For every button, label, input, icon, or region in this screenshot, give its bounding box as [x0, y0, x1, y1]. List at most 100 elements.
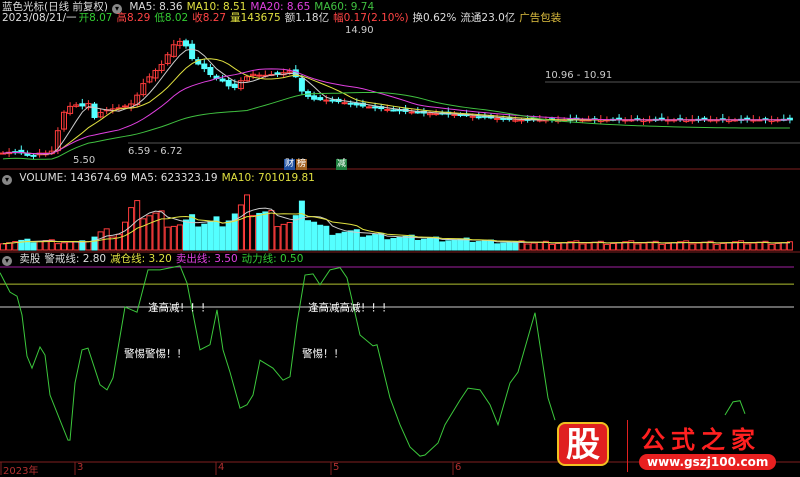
- volume-bar: [506, 241, 513, 251]
- range-label-1: 6.59 - 6.72: [128, 146, 183, 157]
- volume-bar: [671, 242, 677, 251]
- candle: [451, 113, 458, 116]
- x-axis-label: 5: [333, 462, 340, 473]
- volume-bar: [713, 243, 720, 251]
- volume-bar: [561, 242, 568, 251]
- volume-bar: [158, 210, 165, 251]
- candle: [500, 117, 507, 120]
- volume-bar: [195, 226, 202, 251]
- volume-bar: [170, 225, 177, 251]
- volume-bar: [36, 241, 43, 251]
- range-label-2: 10.96 - 10.91: [545, 70, 613, 81]
- x-axis-label: 3: [77, 462, 84, 473]
- volume-bar: [329, 234, 336, 251]
- volume-bar: [664, 243, 671, 251]
- volume-bar: [183, 219, 189, 251]
- volume-bar: [256, 212, 263, 251]
- volume-bar: [744, 243, 751, 251]
- volume-bar: [494, 243, 501, 251]
- volume-bar: [640, 242, 647, 251]
- volume-bar: [201, 223, 208, 251]
- reduce-tag[interactable]: 减: [336, 159, 348, 170]
- indicator-header: ▾ 卖股 警戒线: 2.80 减仓线: 3.20 卖出线: 3.50 动力线: 0.50: [2, 253, 307, 266]
- candle: [30, 154, 37, 157]
- volume-bar: [359, 236, 366, 251]
- volume-bar: [286, 222, 293, 251]
- indicator-line: [724, 400, 746, 416]
- candle: [323, 99, 330, 102]
- volume-bar: [85, 241, 92, 251]
- ma5-line: [2, 48, 790, 155]
- chevron-down-icon[interactable]: ▾: [2, 256, 12, 266]
- volume-bar: [750, 242, 757, 251]
- volume-bar: [475, 241, 482, 251]
- volume-bar: [610, 243, 616, 251]
- volume-bar: [555, 243, 562, 251]
- rank-tag[interactable]: 榜: [296, 159, 308, 170]
- candle: [384, 108, 391, 111]
- volume-bar: [725, 242, 732, 251]
- x-axis-label: 4: [218, 462, 225, 473]
- volume-bar: [341, 231, 348, 251]
- volume-bar: [91, 236, 98, 251]
- candle: [433, 113, 440, 116]
- volume-bar: [250, 214, 257, 251]
- indicator-name[interactable]: 卖股: [19, 253, 40, 265]
- annotation: 逢高减高减！！！: [308, 302, 392, 314]
- volume-bar: [439, 241, 446, 251]
- volume-bar: [457, 238, 464, 251]
- volume-bar: [549, 243, 555, 251]
- volume-bar: [591, 241, 598, 251]
- reduce-line-value: 减仓线: 3.20: [110, 253, 172, 265]
- volume-bar: [280, 223, 287, 251]
- volume-header: ▾ VOLUME: 143674.69 MA5: 623323.19 MA10: 7…: [2, 172, 319, 185]
- volume-bar: [54, 243, 61, 251]
- volume-bar: [219, 226, 226, 251]
- volume-bar: [134, 200, 141, 251]
- annotation: 警惕警惕！！: [124, 348, 187, 360]
- volume-bar: [274, 226, 281, 251]
- candle: [518, 119, 525, 122]
- volume-bar: [244, 194, 250, 251]
- x-axis-label: 6: [455, 462, 462, 473]
- volume-bar: [646, 241, 653, 251]
- volume-bar: [73, 240, 80, 251]
- volume-bar: [427, 237, 433, 251]
- candle: [347, 102, 354, 105]
- volume-bar: [305, 220, 311, 251]
- volume-bar: [128, 207, 135, 251]
- candle: [329, 99, 336, 102]
- volume-bar: [317, 224, 324, 251]
- volume-bar: [372, 234, 379, 251]
- volume-bar: [695, 242, 702, 251]
- power-line-value: 动力线: 0.50: [241, 253, 304, 265]
- volume-bar: [536, 241, 543, 251]
- watermark-logo: 股 公式之家 www.gszj100.com: [557, 418, 797, 474]
- candle: [475, 116, 482, 119]
- warn-line-value: 警戒线: 2.80: [44, 253, 107, 265]
- candle: [408, 111, 415, 114]
- candle: [274, 72, 281, 75]
- candle: [225, 79, 232, 87]
- volume-bar: [524, 243, 531, 251]
- volume-bar: [658, 243, 665, 251]
- volume-bar: [140, 218, 147, 251]
- volume-bar: [768, 243, 775, 251]
- candle: [317, 97, 324, 101]
- candle: [201, 63, 208, 70]
- volume-bar: [780, 242, 787, 251]
- candle: [298, 77, 305, 92]
- chevron-down-icon[interactable]: ▾: [2, 175, 12, 185]
- volume-bar: [237, 204, 244, 251]
- volume-bar: [176, 224, 183, 251]
- candle: [79, 103, 86, 107]
- chart-canvas[interactable]: [0, 0, 800, 475]
- low-price-label: 5.50: [73, 155, 96, 166]
- volume-bar: [530, 242, 537, 251]
- finance-tag[interactable]: 财: [284, 159, 296, 170]
- volume-bar: [396, 236, 403, 251]
- volume-bar: [420, 238, 427, 251]
- volume-bar: [512, 241, 519, 251]
- volume-bar: [469, 241, 476, 251]
- candle: [91, 103, 98, 118]
